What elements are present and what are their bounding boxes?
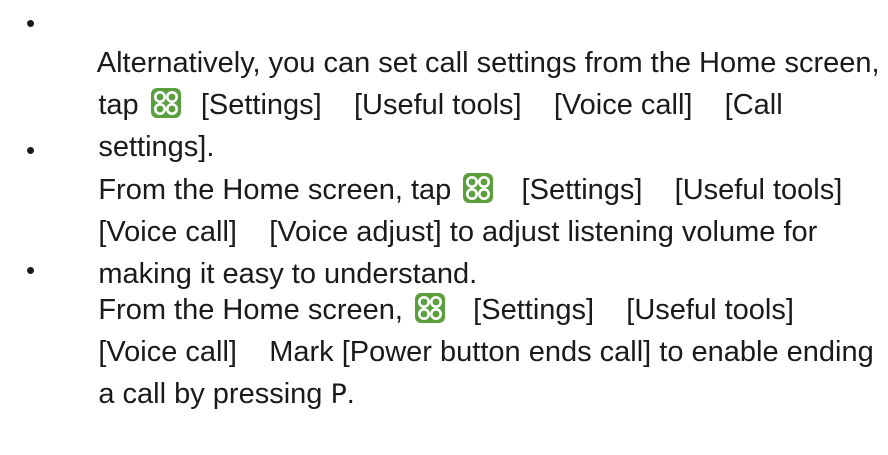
text-segment: . — [346, 378, 355, 410]
text-segment: a call by pressing — [98, 378, 331, 410]
bullet-marker: • — [26, 255, 36, 285]
bullet-marker: • — [26, 135, 36, 165]
text-line: settings]. — [50, 87, 214, 163]
instruction-list: • Alternatively, you can set call settin… — [0, 0, 888, 410]
text-line: From the Home screen, tap [Settings] [Us… — [50, 130, 842, 206]
power-key-glyph: P — [330, 379, 347, 410]
text-segment: [Settings] [Useful tools] [Voice call] [… — [184, 89, 783, 121]
bullet-marker: • — [26, 8, 36, 38]
text-line: [Voice call] Mark [Power button ends cal… — [50, 292, 873, 368]
text-line: a call by pressing P. — [50, 334, 354, 410]
text-line: tap [Settings] [Useful tools] [Voice cal… — [50, 45, 783, 121]
text-line: From the Home screen, [Settings] [Useful… — [50, 250, 794, 326]
text-line: making it easy to understand. — [50, 214, 477, 290]
text-line: [Voice call] [Voice adjust] to adjust li… — [50, 172, 817, 248]
text-line: Alternatively, you can set call settings… — [50, 3, 880, 79]
